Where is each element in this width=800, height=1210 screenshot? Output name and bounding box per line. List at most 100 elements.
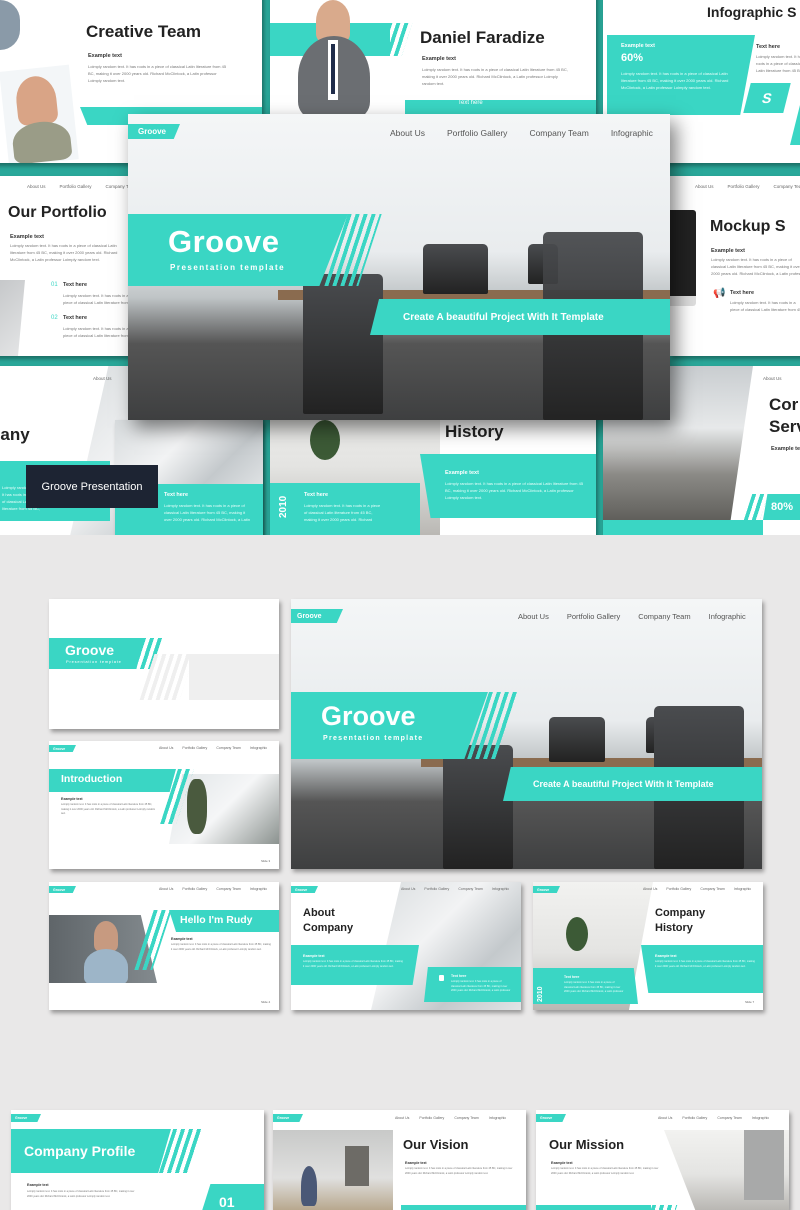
- slide-daniel: Daniel Faradize Example text Loimply ran…: [270, 0, 596, 118]
- slide-nav: About Us: [763, 376, 782, 381]
- body-text: Loimply random text. It has roots in a p…: [171, 943, 271, 951]
- accent-panel: [641, 945, 763, 993]
- slide-title: Hello I'm Rudy: [180, 914, 253, 926]
- hero-logo: Groove: [128, 124, 180, 139]
- accent-band: [401, 1205, 526, 1210]
- slide-subtitle: Example text: [61, 797, 83, 801]
- percent-tile: 80%: [763, 494, 800, 520]
- slide-subtitle: Example text: [551, 1161, 573, 1165]
- slide-title: Daniel Faradize: [420, 28, 545, 47]
- percent-value: 80%: [771, 501, 794, 513]
- body-text: Loimply random text. It has roots in a p…: [422, 67, 568, 86]
- item-body: Loimply random text. It has roots in a p…: [63, 326, 129, 338]
- person-photo: [0, 0, 20, 50]
- slide-nav: About Us Portfolio Gallery Company Team Inf…: [401, 887, 510, 891]
- body-text: Loimply random text. It has roots in a p…: [711, 257, 800, 276]
- percent-value: 60%: [621, 52, 644, 64]
- slide-subtitle: Example text: [405, 1161, 427, 1165]
- item-number: 02: [51, 315, 58, 321]
- person-photo: [288, 0, 378, 118]
- item-body: Loimply random text. It has roots in a p…: [164, 503, 251, 522]
- year-label: 2010: [278, 495, 289, 518]
- nav-company-team[interactable]: Company Team: [529, 128, 588, 138]
- slide-title: Mockup S: [710, 218, 786, 235]
- page-number: Slide 4: [261, 1000, 271, 1004]
- number-tile: 01: [201, 1184, 264, 1210]
- slide-nav: About Us Portfolio Gallery Company Team Inf…: [518, 612, 746, 621]
- nav-about-us[interactable]: About Us: [390, 128, 425, 138]
- slide-nav: About UsPortfolio GalleryCompany Team: [27, 184, 137, 189]
- slide-title: History: [445, 422, 504, 441]
- slide-title: Our Portfolio: [8, 204, 107, 221]
- item-body: Loimply random text. It has roots in a p…: [63, 293, 129, 305]
- slide-subtitle: Example text: [171, 937, 193, 941]
- slide-title: Company Profile: [24, 1143, 136, 1159]
- bottom-mission-slide: Groove About Us Portfolio Gallery Company …: [536, 1110, 789, 1210]
- slide-nav: About Us Portfolio Gallery Company Team Inf…: [643, 887, 752, 891]
- megaphone-icon: 📢: [713, 288, 726, 299]
- hero-nav[interactable]: About Us Portfolio Gallery Company Team …: [390, 128, 653, 138]
- slide-nav: About UsPortfolio GalleryCompany Team: [695, 184, 800, 189]
- presentation-badge: Groove Presentation: [26, 465, 158, 508]
- grid-about-slide: Groove About Us Portfolio Gallery Company …: [291, 882, 521, 1010]
- slide-subtitle: Example te: [771, 446, 800, 452]
- cta-band[interactable]: Create A beautiful Project With It Templ…: [503, 767, 762, 801]
- hero-title: Groove: [321, 701, 416, 731]
- nav-infographic[interactable]: Infographic: [611, 128, 653, 138]
- slide-subtitle: Example text: [711, 248, 745, 254]
- item-body: Loimply random text. It has roots in a p…: [304, 503, 381, 522]
- grid-hero-slide: Groove About Us Portfolio Gallery Company …: [291, 599, 762, 869]
- slide-title: Introduction: [61, 773, 123, 785]
- slide-title: Our Mission: [549, 1137, 625, 1152]
- slide-title: Cor Serv: [769, 394, 800, 438]
- slide-logo: Groove: [291, 609, 343, 623]
- grid-cover-slide: Groove Presentation template: [49, 599, 279, 729]
- panel-body: Loimply random text. It has roots in a p…: [621, 71, 729, 90]
- nav-portfolio-gallery[interactable]: Portfolio Gallery: [447, 128, 507, 138]
- accent-band: [603, 520, 763, 535]
- year-label: 2010: [537, 986, 544, 1002]
- item-label: Text here: [451, 974, 467, 978]
- info-icon: [439, 975, 444, 981]
- slide-mockup: About UsPortfolio GalleryCompany Team Mo…: [670, 176, 800, 356]
- cta-text[interactable]: Create A beautiful Project With It Templ…: [533, 779, 714, 789]
- monitor-mockup: [670, 210, 696, 306]
- logo-text: Groove: [138, 127, 167, 136]
- gray-band: [189, 654, 279, 700]
- slide-logo: Groove: [536, 1114, 566, 1122]
- panel-body: Loimply random text. It has roots in a p…: [655, 960, 755, 968]
- panel-subtitle: Example text: [655, 954, 677, 958]
- footer-label: Text here: [458, 100, 483, 106]
- accent-band: [536, 1205, 651, 1210]
- slide-title: Company History: [655, 907, 706, 934]
- title-line: Cor: [769, 395, 799, 414]
- slide-logo: Groove: [273, 1114, 303, 1122]
- grid-rudy-slide: Groove About Us Portfolio Gallery Company …: [49, 882, 279, 1010]
- panel-subtitle: Example text: [621, 43, 655, 49]
- hero-tagline: Presentation template: [170, 263, 286, 272]
- body-text: Loimply random text. It has roots in a p…: [88, 64, 227, 83]
- cta-band[interactable]: Create A beautiful Project With It Templ…: [370, 299, 670, 335]
- slide-logo: Groove: [291, 886, 318, 893]
- title-line: Serv: [769, 417, 800, 436]
- grid-intro-slide: Groove About Us Portfolio Gallery Company …: [49, 741, 279, 869]
- slide-nav: About Us Portfolio Gallery Company Team Inf…: [395, 1116, 507, 1120]
- cover-title: Groove: [65, 642, 115, 658]
- hero-title: Groove: [168, 224, 280, 259]
- title-line: t: [0, 402, 30, 424]
- badge-label: Groove Presentation: [41, 480, 143, 493]
- slide-nav: About Us Portfolio Gallery Company Team Inf…: [159, 746, 268, 750]
- letter-tile: [790, 105, 800, 145]
- slide-nav: About Us: [93, 376, 112, 381]
- item-body: Loimply random text. It has roots in a p…: [730, 300, 800, 312]
- slide-subtitle: Example text: [422, 56, 456, 62]
- slide-logo: Groove: [49, 886, 76, 893]
- cta-text[interactable]: Create A beautiful Project With It Templ…: [403, 312, 604, 323]
- item-label: Text here: [304, 492, 329, 498]
- title-line: pany: [0, 425, 30, 444]
- side-body: Loimply random text. It has roots in a p…: [756, 54, 800, 73]
- slide-logo: Groove: [11, 1114, 41, 1122]
- slide-title: Our Vision: [403, 1137, 469, 1152]
- item-number: 01: [51, 282, 58, 288]
- body-text: Loimply random text. It has roots in a p…: [551, 1167, 659, 1175]
